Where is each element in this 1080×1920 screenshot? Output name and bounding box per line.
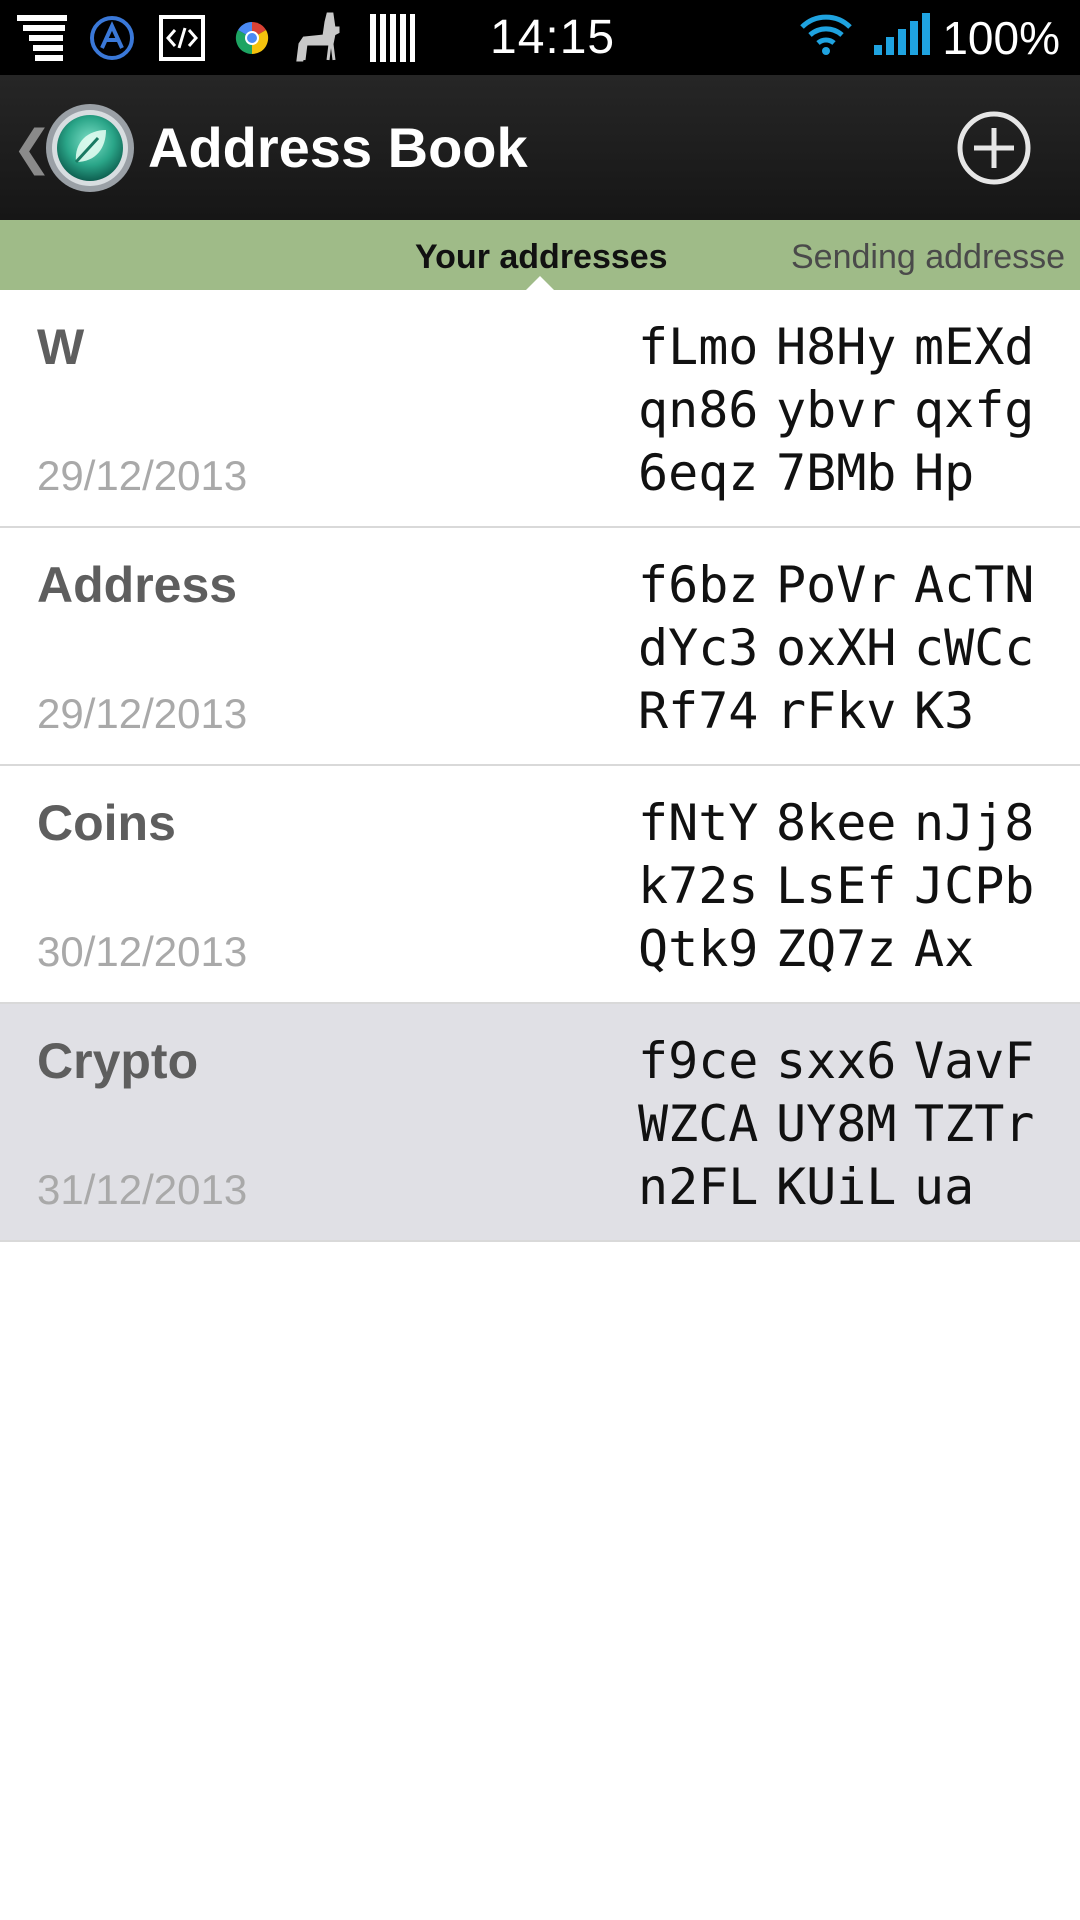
list-item-selected[interactable]: Crypto 31/12/2013 f9ce sxx6 VavF WZCA UY8M T… xyxy=(0,1004,1080,1242)
address-chunk: dYc3 xyxy=(638,619,759,677)
address-date: 31/12/2013 xyxy=(37,1166,248,1213)
address-chunk: fNtY xyxy=(638,794,759,852)
address-chunk: qn86 xyxy=(638,381,759,439)
address-chunk: oxXH xyxy=(776,619,897,677)
notification-stack-icon xyxy=(14,10,70,66)
address-chunk: KUiL xyxy=(776,1158,897,1216)
address-chunk: nJj8 xyxy=(914,794,1035,852)
address-chunk: qxfg xyxy=(914,381,1035,439)
address-chunk: K3 xyxy=(914,682,975,740)
address-chunk: H8Hy xyxy=(776,318,897,376)
address-label: Coins xyxy=(37,795,176,851)
address-label: Crypto xyxy=(37,1033,199,1089)
address-chunk: f6bz xyxy=(638,556,759,614)
address-chunk: fLmo xyxy=(638,318,759,376)
address-chunk: Hp xyxy=(914,444,975,502)
signal-icon xyxy=(872,13,932,62)
tab-strip: Your addresses Sending addresse xyxy=(0,220,1080,290)
address-value: fLmo H8Hy mEXd qn86 ybvr qxfg 6eqz 7BMb Hp xyxy=(638,316,1068,505)
list-item[interactable]: Coins 30/12/2013 fNtY 8kee nJj8 k72s LsEf JC… xyxy=(0,766,1080,1004)
address-chunk: AcTN xyxy=(914,556,1035,614)
address-date: 30/12/2013 xyxy=(37,928,248,975)
llama-icon xyxy=(294,10,350,66)
address-date: 29/12/2013 xyxy=(37,452,248,499)
status-bar: 14:15 100% xyxy=(0,0,1080,75)
address-chunk: k72s xyxy=(638,857,759,915)
address-chunk: PoVr xyxy=(776,556,897,614)
address-chunk: 7BMb xyxy=(776,444,897,502)
address-chunk: 6eqz xyxy=(638,444,759,502)
address-chunk: cWCc xyxy=(914,619,1035,677)
wifi-icon xyxy=(798,13,854,62)
address-chunk: sxx6 xyxy=(776,1032,897,1090)
address-chunk: ua xyxy=(914,1158,975,1216)
address-chunk: 8kee xyxy=(776,794,897,852)
address-chunk: Qtk9 xyxy=(638,920,759,978)
tab-sending-addresses[interactable]: Sending addresse xyxy=(791,220,1065,290)
address-list: W 29/12/2013 fLmo H8Hy mEXd qn86 ybvr qxfg 6… xyxy=(0,290,1080,1242)
address-label: Address xyxy=(37,557,238,613)
address-chunk: VavF xyxy=(914,1032,1035,1090)
list-item[interactable]: W 29/12/2013 fLmo H8Hy mEXd qn86 ybvr qxfg 6… xyxy=(0,290,1080,528)
address-chunk: mEXd xyxy=(914,318,1035,376)
tab-indicator xyxy=(526,276,554,290)
address-date: 29/12/2013 xyxy=(37,690,248,737)
a-circle-icon xyxy=(84,10,140,66)
address-chunk: JCPb xyxy=(914,857,1035,915)
battery-percent: 100% xyxy=(942,11,1060,64)
chrome-icon xyxy=(224,10,280,66)
address-chunk: LsEf xyxy=(776,857,897,915)
chevron-left-icon[interactable]: ❮ xyxy=(12,120,52,176)
address-chunk: n2FL xyxy=(638,1158,759,1216)
action-bar: ❮ Address Book xyxy=(0,75,1080,220)
address-chunk: Rf74 xyxy=(638,682,759,740)
address-value: fNtY 8kee nJj8 k72s LsEf JCPb Qtk9 ZQ7z Ax xyxy=(638,792,1068,981)
add-address-button[interactable] xyxy=(952,106,1036,190)
address-chunk: f9ce xyxy=(638,1032,759,1090)
address-label: W xyxy=(37,319,85,375)
address-chunk: TZTr xyxy=(914,1095,1035,1153)
address-chunk: Ax xyxy=(914,920,975,978)
address-chunk: ybvr xyxy=(776,381,897,439)
code-icon xyxy=(154,10,210,66)
leaf-coin-icon[interactable] xyxy=(44,102,136,194)
address-chunk: UY8M xyxy=(776,1095,897,1153)
page-title: Address Book xyxy=(148,116,528,179)
barcode-icon xyxy=(364,10,420,66)
add-circle-icon xyxy=(957,111,1031,184)
address-chunk: rFkv xyxy=(776,682,897,740)
clock: 14:15 xyxy=(490,11,616,64)
address-chunk: ZQ7z xyxy=(776,920,897,978)
address-chunk: WZCA xyxy=(638,1095,759,1153)
list-item[interactable]: Address 29/12/2013 f6bz PoVr AcTN dYc3 oxXH… xyxy=(0,528,1080,766)
address-value: f9ce sxx6 VavF WZCA UY8M TZTr n2FL KUiL ua xyxy=(638,1030,1068,1219)
address-value: f6bz PoVr AcTN dYc3 oxXH cWCc Rf74 rFkv K3 xyxy=(638,554,1068,743)
